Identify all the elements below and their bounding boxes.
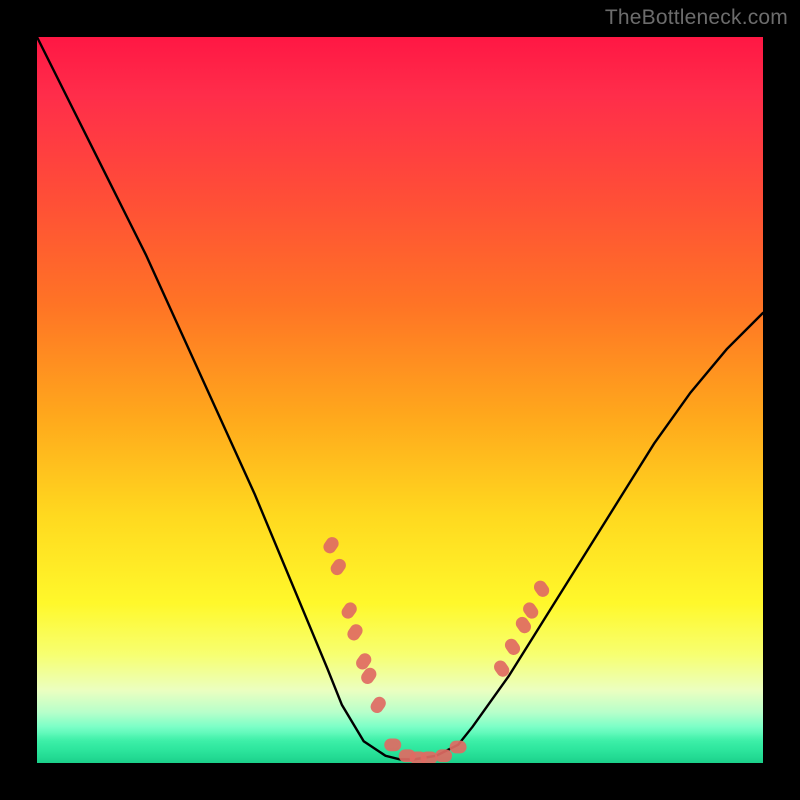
data-marker — [345, 622, 365, 643]
chart-frame: TheBottleneck.com — [0, 0, 800, 800]
bottleneck-chart-svg — [37, 37, 763, 763]
data-marker — [421, 752, 438, 763]
data-marker — [384, 738, 401, 751]
data-marker — [321, 535, 341, 556]
data-marker — [435, 749, 452, 762]
data-marker — [368, 694, 388, 715]
data-marker — [328, 556, 348, 577]
data-marker — [450, 741, 467, 754]
attribution-watermark: TheBottleneck.com — [605, 6, 788, 30]
data-marker — [339, 600, 359, 621]
data-marker — [502, 636, 522, 657]
bottleneck-curve — [37, 37, 763, 759]
data-marker — [531, 578, 551, 599]
plot-area — [37, 37, 763, 763]
